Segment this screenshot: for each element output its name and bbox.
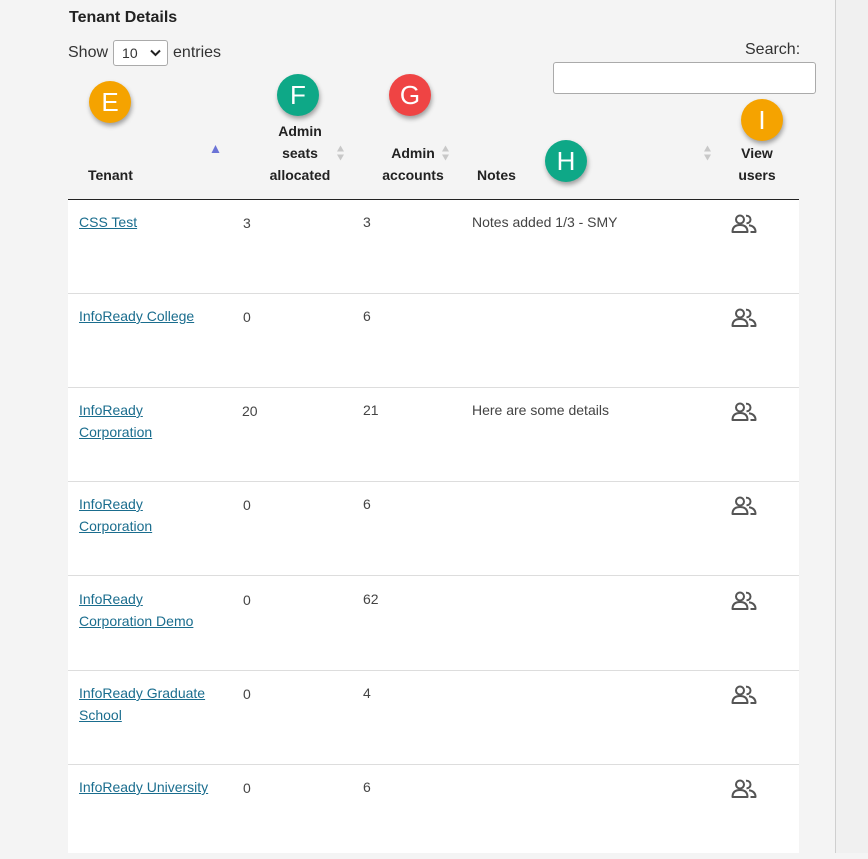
tenant-cell: InfoReady Corporation Demo (79, 588, 193, 632)
admin-accounts-cell: 6 (363, 308, 371, 324)
admin-accounts-cell: 6 (363, 779, 371, 795)
admin-seats-cell: 3 (243, 215, 251, 231)
search-label: Search: (745, 41, 801, 58)
column-header-view-users: View users (734, 142, 780, 186)
table-row: InfoReady University 0 6 (68, 765, 799, 859)
row-divider (68, 575, 799, 576)
search-input[interactable] (553, 62, 816, 94)
table-row: CSS Test 3 3 Notes added 1/3 - SMY (68, 200, 799, 294)
admin-seats-cell: 0 (243, 592, 251, 608)
admin-seats-cell: 0 (243, 497, 251, 513)
scrollbar[interactable] (836, 0, 868, 853)
users-icon[interactable] (731, 779, 757, 799)
admin-accounts-cell: 3 (363, 214, 371, 230)
users-icon[interactable] (731, 685, 757, 705)
admin-accounts-cell: 4 (363, 685, 371, 701)
column-header-label: Notes (477, 167, 516, 183)
column-header-label: View (741, 145, 773, 161)
users-icon[interactable] (731, 402, 757, 422)
badge-letter: I (758, 104, 766, 135)
admin-accounts-cell: 21 (363, 402, 379, 418)
tenant-link[interactable]: CSS Test (79, 211, 137, 233)
badge-letter: F (290, 79, 306, 110)
column-header-tenant[interactable]: Tenant (88, 164, 133, 186)
admin-accounts-cell: 6 (363, 496, 371, 512)
users-icon[interactable] (731, 214, 757, 234)
admin-seats-cell: 0 (243, 686, 251, 702)
annotation-badge-f: F (277, 74, 319, 116)
table-row: InfoReady Corporation 20 21 Here are some… (68, 388, 799, 482)
table-row: InfoReady College 0 6 (68, 294, 799, 388)
column-header-label: Tenant (88, 167, 133, 183)
column-header-notes[interactable]: Notes (477, 164, 516, 186)
annotation-badge-e: E (89, 81, 131, 123)
sort-both-icon[interactable] (336, 144, 345, 162)
tenant-link[interactable]: InfoReady Corporation Demo (79, 588, 193, 632)
badge-letter: E (101, 86, 119, 117)
length-suffix: entries (173, 44, 222, 61)
sort-both-icon[interactable] (441, 144, 450, 162)
length-prefix: Show (68, 44, 109, 61)
table-row: InfoReady Corporation Demo 0 62 (68, 577, 799, 671)
column-header-label: seats (282, 145, 318, 161)
column-header-label: allocated (269, 167, 331, 183)
tenant-link[interactable]: InfoReady Graduate School (79, 682, 205, 726)
badge-letter: H (556, 145, 576, 176)
tenant-cell: CSS Test (79, 211, 137, 233)
admin-seats-cell: 0 (243, 780, 251, 796)
tenant-cell: InfoReady Graduate School (79, 682, 205, 726)
users-icon[interactable] (731, 496, 757, 516)
badge-letter: G (399, 79, 421, 110)
table-row: InfoReady Graduate School 0 4 (68, 671, 799, 765)
column-header-label: accounts (382, 167, 444, 183)
admin-seats-cell: 20 (242, 403, 258, 419)
annotation-badge-i: I (741, 99, 783, 141)
tenant-cell: InfoReady Corporation (79, 493, 152, 537)
entries-select[interactable]: 10 (113, 40, 169, 66)
notes-cell: Notes added 1/3 - SMY (472, 214, 618, 230)
length-menu: Show 10 entries (68, 40, 221, 66)
users-icon[interactable] (731, 308, 757, 328)
tenant-cell: InfoReady University (79, 776, 208, 798)
annotation-badge-g: G (389, 74, 431, 116)
column-header-label: users (738, 167, 776, 183)
tenant-link[interactable]: InfoReady College (79, 305, 194, 327)
tenant-cell: InfoReady Corporation (79, 399, 152, 443)
column-header-label: Admin (278, 123, 322, 139)
annotation-badge-h: H (545, 140, 587, 182)
admin-accounts-cell: 62 (363, 591, 379, 607)
tenant-link[interactable]: InfoReady Corporation (79, 399, 152, 443)
sort-ascending-icon[interactable] (211, 140, 220, 158)
chevron-down-icon (150, 49, 161, 57)
tenant-link[interactable]: InfoReady Corporation (79, 493, 152, 537)
sort-both-icon[interactable] (703, 144, 712, 162)
section-title: Tenant Details (69, 9, 178, 26)
users-icon[interactable] (731, 591, 757, 611)
tenant-link[interactable]: InfoReady University (79, 776, 208, 798)
tenant-table-body: CSS Test 3 3 Notes added 1/3 - SMY InfoR… (68, 200, 799, 853)
tenant-cell: InfoReady College (79, 305, 194, 327)
notes-cell: Here are some details (472, 402, 609, 418)
entries-select-value: 10 (122, 45, 138, 61)
admin-seats-cell: 0 (243, 309, 251, 325)
column-header-admin-seats[interactable]: Admin seats allocated (262, 120, 338, 186)
table-row: InfoReady Corporation 0 6 (68, 482, 799, 576)
